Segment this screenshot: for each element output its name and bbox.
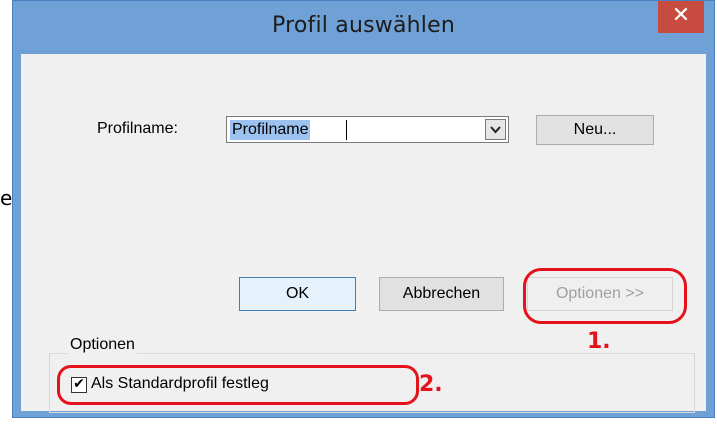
profile-name-value: Profilname (230, 120, 311, 140)
options-group-label: Optionen (68, 336, 137, 354)
cancel-button[interactable]: Abbrechen (379, 277, 504, 311)
dialog-body: Profilname: Profilname Neu... OK Abbrech… (21, 54, 706, 413)
title-bar[interactable]: Profil auswählen ✕ (13, 1, 714, 46)
ok-button[interactable]: OK (239, 277, 356, 311)
profile-select-dialog: Profil auswählen ✕ Profilname: Profilnam… (12, 0, 715, 418)
annotation-oval-checkbox (57, 365, 419, 405)
annotation-step-1: 1. (587, 329, 611, 354)
dropdown-button[interactable] (485, 119, 506, 140)
chevron-down-icon (490, 125, 501, 133)
close-icon: ✕ (671, 3, 691, 28)
new-profile-button[interactable]: Neu... (536, 115, 654, 145)
profile-name-label: Profilname: (97, 120, 178, 137)
clipped-text-fragment: e (0, 186, 13, 210)
profile-name-combobox[interactable]: Profilname (226, 116, 509, 143)
dialog-title: Profil auswählen (272, 13, 455, 38)
text-caret (346, 120, 347, 140)
annotation-step-2: 2. (419, 372, 443, 397)
close-button[interactable]: ✕ (658, 1, 704, 33)
annotation-oval-options (523, 268, 687, 324)
